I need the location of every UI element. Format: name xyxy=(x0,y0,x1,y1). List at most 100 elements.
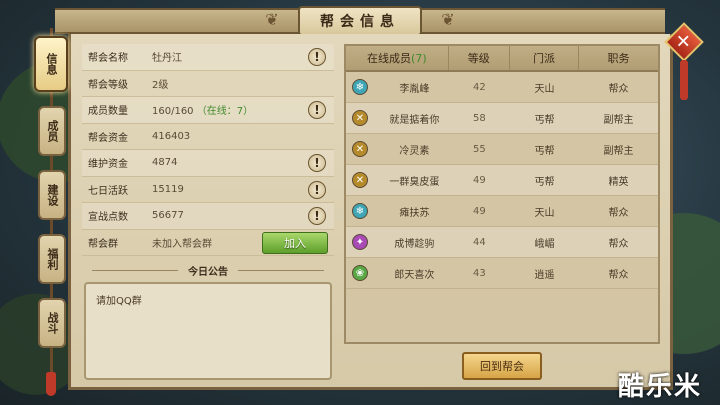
info-label: 帮会群 xyxy=(88,238,118,250)
info-value: 416403 xyxy=(152,130,191,142)
edit-name-icon[interactable]: ! xyxy=(308,48,326,66)
member-sect: 丐帮 xyxy=(534,145,555,157)
table-row[interactable]: ✕ 就是掂着你 58 丐帮 副帮主 xyxy=(346,103,658,134)
tab-label: 信息 xyxy=(45,53,58,75)
page-title: 帮会信息 xyxy=(320,14,400,30)
table-row[interactable]: ❄ 李胤峰 42 天山 帮众 xyxy=(346,72,658,103)
xiaoyao-icon: ❀ xyxy=(352,265,368,281)
tassel-icon xyxy=(680,60,688,100)
info-label: 帮会名称 xyxy=(88,53,128,65)
member-name: 就是掂着你 xyxy=(389,114,440,126)
member-sect: 峨嵋 xyxy=(534,238,555,250)
member-sect: 天山 xyxy=(534,207,555,219)
exclamation-icon: ! xyxy=(314,209,320,223)
table-header: 在线成员 (7) 等级 门派 职务 xyxy=(346,46,658,72)
gaibang-icon: ✕ xyxy=(352,110,368,126)
table-row[interactable]: ❀ 郎天喜次 43 逍遥 帮众 xyxy=(346,258,658,289)
gaibang-icon: ✕ xyxy=(352,172,368,188)
back-to-guild-button[interactable]: 回到帮会 xyxy=(462,352,542,380)
member-role: 帮众 xyxy=(608,83,629,95)
member-role: 帮众 xyxy=(608,207,629,219)
member-level: 49 xyxy=(472,205,486,217)
notice-text: 请加QQ群 xyxy=(96,296,142,307)
notice-box[interactable]: 请加QQ群 xyxy=(84,282,332,380)
member-cell: ❀ 郎天喜次 xyxy=(346,265,449,281)
member-cell: ✦ 成博趁驹 xyxy=(346,234,449,250)
member-name: 成博趁驹 xyxy=(394,238,435,250)
header-online[interactable]: 在线成员 (7) xyxy=(346,46,449,70)
tab-construction[interactable]: 建设 xyxy=(38,170,66,220)
table-row[interactable]: ✕ 冷灵素 55 丐帮 副帮主 xyxy=(346,134,658,165)
info-row-activity: 七日活跃 15119 ! xyxy=(82,177,334,203)
member-level: 55 xyxy=(472,143,486,155)
member-level: 42 xyxy=(472,81,486,93)
tab-battle[interactable]: 战斗 xyxy=(38,298,66,348)
upkeep-info-icon[interactable]: ! xyxy=(308,154,326,172)
online-count-badge: (7) xyxy=(411,51,427,65)
table-body: ❄ 李胤峰 42 天山 帮众 ✕ 就是掂着你 58 丐帮 副帮主 ✕ 冷灵素 55 丐帮 副帮主 ✕ 一群臭皮蛋… xyxy=(346,72,658,289)
title-plaque: 帮会信息 xyxy=(298,6,422,36)
tab-welfare[interactable]: 福利 xyxy=(38,234,66,284)
member-role: 帮众 xyxy=(608,238,629,250)
member-sect: 丐帮 xyxy=(534,114,555,126)
members-info-icon[interactable]: ! xyxy=(308,101,326,119)
info-value: 2级 xyxy=(152,79,169,91)
tab-label: 成员 xyxy=(46,120,59,142)
close-icon: ✕ xyxy=(676,31,692,53)
tab-info[interactable]: 信息 xyxy=(34,36,68,92)
tab-members[interactable]: 成员 xyxy=(38,106,66,156)
member-level: 44 xyxy=(472,236,486,248)
info-row-name: 帮会名称 牡丹江 ! xyxy=(82,44,334,71)
member-cell: ❄ 瘫扶苏 xyxy=(346,203,449,219)
exclamation-icon: ! xyxy=(314,50,320,64)
info-label: 七日活跃 xyxy=(88,185,128,197)
member-name: 冷灵素 xyxy=(399,145,430,157)
tab-label: 福利 xyxy=(46,248,59,270)
member-role: 副帮主 xyxy=(603,145,634,157)
info-value: 牡丹江 xyxy=(152,53,182,65)
header-sect[interactable]: 门派 xyxy=(510,46,580,70)
member-name: 郎天喜次 xyxy=(394,269,435,281)
guild-info-list: 帮会名称 牡丹江 ! 帮会等级 2级 成员数量 160/160 （在线：7） !… xyxy=(82,44,334,256)
emei-icon: ✦ xyxy=(352,234,368,250)
online-count: （在线：7） xyxy=(196,106,254,118)
member-name: 一群臭皮蛋 xyxy=(389,176,440,188)
info-value: 56677 xyxy=(152,210,184,222)
join-group-button[interactable]: 加入 xyxy=(262,231,328,254)
info-label: 帮会等级 xyxy=(88,79,128,91)
activity-info-icon[interactable]: ! xyxy=(308,180,326,199)
tab-label: 建设 xyxy=(46,184,59,206)
info-value: 160/160 （在线：7） xyxy=(152,102,334,117)
member-count: 160/160 xyxy=(152,106,194,118)
info-label: 宣战点数 xyxy=(88,212,128,224)
member-cell: ✕ 就是掂着你 xyxy=(346,110,449,126)
tab-label: 战斗 xyxy=(46,312,59,334)
header-role[interactable]: 职务 xyxy=(579,46,658,70)
dragon-ornament-icon: ❦ xyxy=(265,10,279,29)
member-name: 李胤峰 xyxy=(399,83,430,95)
header-level[interactable]: 等级 xyxy=(449,46,510,70)
info-value: 4874 xyxy=(152,157,178,169)
table-row[interactable]: ✕ 一群臭皮蛋 49 丐帮 精英 xyxy=(346,165,658,196)
member-role: 精英 xyxy=(608,176,629,188)
info-row-battle-points: 宣战点数 56677 ! xyxy=(82,203,334,230)
member-cell: ❄ 李胤峰 xyxy=(346,79,449,95)
exclamation-icon: ! xyxy=(314,156,320,170)
tianshan-icon: ❄ xyxy=(352,203,368,219)
info-row-level: 帮会等级 2级 xyxy=(82,71,334,97)
battle-points-info-icon[interactable]: ! xyxy=(308,207,326,225)
member-level: 49 xyxy=(472,174,486,186)
member-cell: ✕ 一群臭皮蛋 xyxy=(346,172,449,188)
tassel-icon xyxy=(46,372,56,396)
member-role: 副帮主 xyxy=(603,114,634,126)
info-row-upkeep: 维护资金 4874 ! xyxy=(82,150,334,177)
notice-title: 今日公告 xyxy=(82,262,334,278)
member-name: 瘫扶苏 xyxy=(399,207,430,219)
info-label: 维护资金 xyxy=(88,159,128,171)
table-row[interactable]: ✦ 成博趁驹 44 峨嵋 帮众 xyxy=(346,227,658,258)
dragon-ornament-icon: ❦ xyxy=(441,10,455,29)
member-role: 帮众 xyxy=(608,269,629,281)
table-row[interactable]: ❄ 瘫扶苏 49 天山 帮众 xyxy=(346,196,658,227)
member-sect: 丐帮 xyxy=(534,176,555,188)
member-sect: 天山 xyxy=(534,83,555,95)
